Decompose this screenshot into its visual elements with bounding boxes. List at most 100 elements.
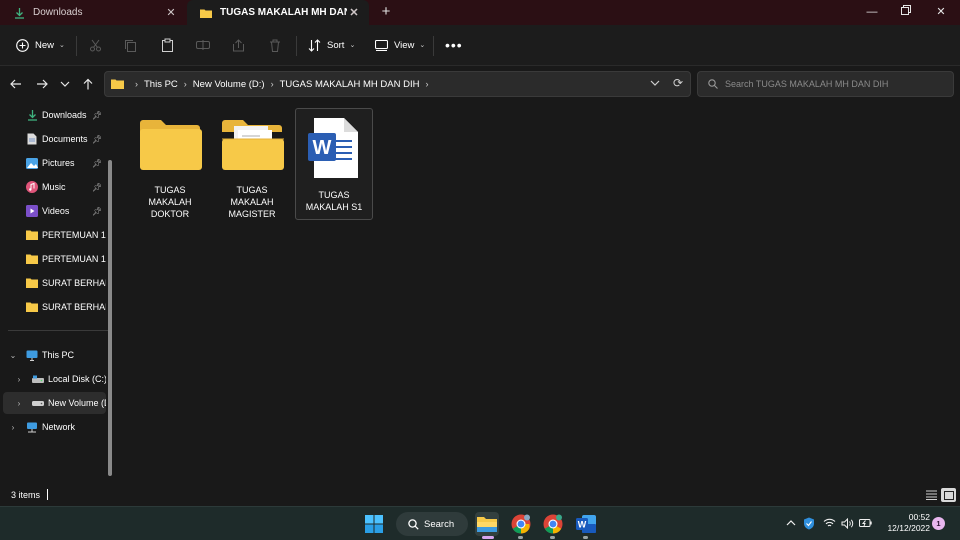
- search-box[interactable]: [697, 71, 954, 97]
- breadcrumb-this-pc[interactable]: This PC: [144, 79, 178, 90]
- videos-icon: [26, 205, 38, 217]
- sidebar-item-downloads[interactable]: Downloads 📌︎: [0, 104, 106, 126]
- sidebar-item-new-volume-d[interactable]: › New Volume (D:): [3, 392, 106, 414]
- battery-charging-icon[interactable]: [858, 516, 872, 530]
- chevron-right-icon[interactable]: ›: [8, 423, 18, 432]
- sidebar-item-label: Downloads: [42, 110, 87, 120]
- folder-icon: [26, 277, 38, 289]
- sidebar-item-label: Pictures: [42, 158, 75, 168]
- sidebar-item-label: This PC: [42, 350, 75, 360]
- address-dropdown-icon[interactable]: [650, 78, 660, 88]
- navigation-pane: Downloads 📌︎ Documents 📌︎ Pictures 📌︎ Mu…: [0, 104, 118, 484]
- chevron-right-icon[interactable]: ›: [14, 399, 24, 408]
- sidebar-item-label: Documents: [42, 134, 88, 144]
- new-tab-button[interactable]: +: [378, 4, 394, 20]
- file-name: TUGAS MAKALAH S1: [305, 190, 363, 212]
- word-icon[interactable]: W: [574, 512, 598, 536]
- chrome-icon[interactable]: [509, 512, 533, 536]
- breadcrumb-new-volume[interactable]: New Volume (D:): [193, 79, 265, 90]
- search-icon: [408, 518, 419, 530]
- restore-button[interactable]: [889, 0, 923, 25]
- documents-icon: [26, 133, 38, 145]
- sidebar-item-this-pc[interactable]: ⌄ This PC: [0, 344, 106, 366]
- copy-icon[interactable]: [122, 37, 138, 53]
- chrome-icon[interactable]: [541, 512, 565, 536]
- chevron-right-icon: ›: [270, 79, 274, 89]
- search-input[interactable]: [725, 79, 945, 89]
- text-cursor: [47, 489, 48, 500]
- chevron-right-icon: ›: [425, 79, 429, 89]
- pin-icon: 📌︎: [92, 158, 103, 168]
- delete-icon[interactable]: [267, 37, 283, 53]
- security-shield-icon[interactable]: [802, 516, 816, 530]
- close-tab-icon[interactable]: ✕: [164, 6, 178, 19]
- sidebar-item-label: New Volume (D:): [48, 398, 106, 408]
- new-label: New: [35, 39, 55, 51]
- chevron-right-icon[interactable]: ›: [14, 375, 24, 384]
- item-count: 3 items: [11, 490, 41, 500]
- sidebar-item-label: Videos: [42, 206, 70, 216]
- running-app-indicator: [518, 536, 523, 539]
- paste-icon[interactable]: [159, 37, 175, 53]
- view-button[interactable]: View ⌄: [374, 34, 425, 56]
- sidebar-item-music[interactable]: Music 📌︎: [0, 176, 106, 198]
- sidebar-item-label: Local Disk (C:): [48, 374, 106, 384]
- file-explorer-icon[interactable]: [475, 512, 499, 536]
- address-row: › This PC › New Volume (D:) › TUGAS MAKA…: [0, 66, 960, 104]
- active-app-indicator: [482, 536, 494, 539]
- sidebar-item-documents[interactable]: Documents 📌︎: [0, 128, 106, 150]
- view-label: View: [394, 39, 415, 51]
- volume-icon[interactable]: [840, 516, 854, 530]
- start-windows-icon[interactable]: [362, 512, 386, 536]
- divider: [296, 36, 297, 56]
- chevron-down-icon[interactable]: ⌄: [8, 351, 18, 360]
- taskbar-search-button[interactable]: Search: [396, 512, 468, 536]
- pin-icon: 📌︎: [92, 134, 103, 144]
- sidebar-item-surat-berharga[interactable]: SURAT BERHARG: [0, 272, 106, 294]
- sidebar-scrollbar[interactable]: [108, 160, 112, 476]
- sort-button[interactable]: Sort ⌄: [307, 34, 355, 56]
- file-tile[interactable]: TUGAS MAKALAH MAGISTER: [213, 108, 291, 220]
- sidebar-item-videos[interactable]: Videos 📌︎: [0, 200, 106, 222]
- tab-tugas-makalah[interactable]: TUGAS MAKALAH MH DAN D ✕: [187, 0, 369, 25]
- new-button[interactable]: New ⌄: [15, 34, 65, 56]
- file-tile[interactable]: TUGAS MAKALAH DOKTOR: [131, 108, 209, 220]
- svg-text:W: W: [578, 520, 587, 530]
- title-bar: Downloads ✕ TUGAS MAKALAH MH DAN D ✕ + —…: [0, 0, 960, 25]
- wifi-icon[interactable]: [822, 516, 836, 530]
- close-window-button[interactable]: ✕: [924, 0, 958, 25]
- sidebar-item-local-disk-c[interactable]: › Local Disk (C:): [0, 368, 106, 390]
- clock[interactable]: 00:52 12/12/2022: [878, 512, 930, 534]
- sidebar-item-pictures[interactable]: Pictures 📌︎: [0, 152, 106, 174]
- large-icons-view-icon[interactable]: [941, 488, 956, 502]
- sidebar-item-pertemuan-13[interactable]: PERTEMUAN 13: [0, 248, 106, 270]
- breadcrumb-current-folder[interactable]: TUGAS MAKALAH MH DAN DIH: [280, 79, 420, 90]
- share-icon[interactable]: [230, 37, 246, 53]
- details-view-icon[interactable]: [924, 488, 939, 502]
- forward-icon[interactable]: [34, 76, 50, 92]
- more-options-icon[interactable]: •••: [445, 34, 463, 56]
- close-tab-icon[interactable]: ✕: [347, 6, 361, 19]
- music-icon: [26, 181, 38, 193]
- cut-icon[interactable]: [87, 37, 103, 53]
- tab-downloads[interactable]: Downloads ✕: [0, 0, 186, 25]
- folder-icon: [26, 301, 38, 313]
- chevron-down-icon: ⌄: [349, 42, 356, 49]
- recent-locations-chevron-icon[interactable]: [57, 76, 73, 92]
- rename-icon[interactable]: [195, 37, 211, 53]
- sidebar-item-pertemuan-13[interactable]: PERTEMUAN 13: [0, 224, 106, 246]
- notification-badge[interactable]: 1: [932, 517, 945, 530]
- address-bar[interactable]: › This PC › New Volume (D:) › TUGAS MAKA…: [104, 71, 691, 97]
- minimize-button[interactable]: —: [855, 0, 889, 25]
- show-hidden-icons-chevron-up-icon[interactable]: [784, 516, 798, 530]
- sidebar-item-surat-berharga[interactable]: SURAT BERHARG: [0, 296, 106, 318]
- back-icon[interactable]: [8, 76, 24, 92]
- sidebar-item-label: SURAT BERHARG: [42, 278, 106, 288]
- word-document-icon: W: [301, 117, 367, 179]
- up-icon[interactable]: [80, 76, 96, 92]
- sidebar-item-network[interactable]: › Network: [0, 416, 106, 438]
- file-tile-selected[interactable]: W TUGAS MAKALAH S1: [295, 108, 373, 220]
- sidebar-item-label: Music: [42, 182, 66, 192]
- clock-date: 12/12/2022: [887, 523, 930, 533]
- refresh-icon[interactable]: ⟳: [673, 76, 683, 90]
